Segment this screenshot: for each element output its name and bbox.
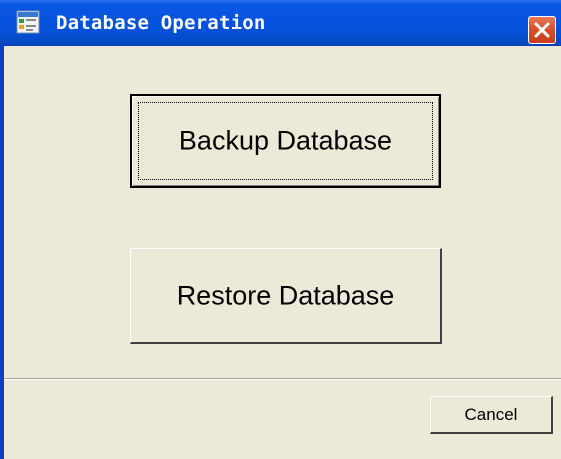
backup-database-label: Backup Database <box>178 125 393 156</box>
database-operation-dialog: Database Operation Backup Database Resto… <box>0 0 561 459</box>
separator-line <box>4 378 561 380</box>
window-frame-left <box>0 46 4 459</box>
title-bar[interactable]: Database Operation <box>0 0 561 46</box>
restore-database-button[interactable]: Restore Database <box>130 248 442 344</box>
cancel-button[interactable]: Cancel <box>430 396 553 434</box>
backup-database-button[interactable]: Backup Database <box>130 94 441 188</box>
app-icon <box>16 10 40 34</box>
close-button[interactable] <box>528 16 556 44</box>
restore-database-label: Restore Database <box>176 280 395 310</box>
close-icon <box>534 22 550 38</box>
window-title: Database Operation <box>56 12 266 34</box>
